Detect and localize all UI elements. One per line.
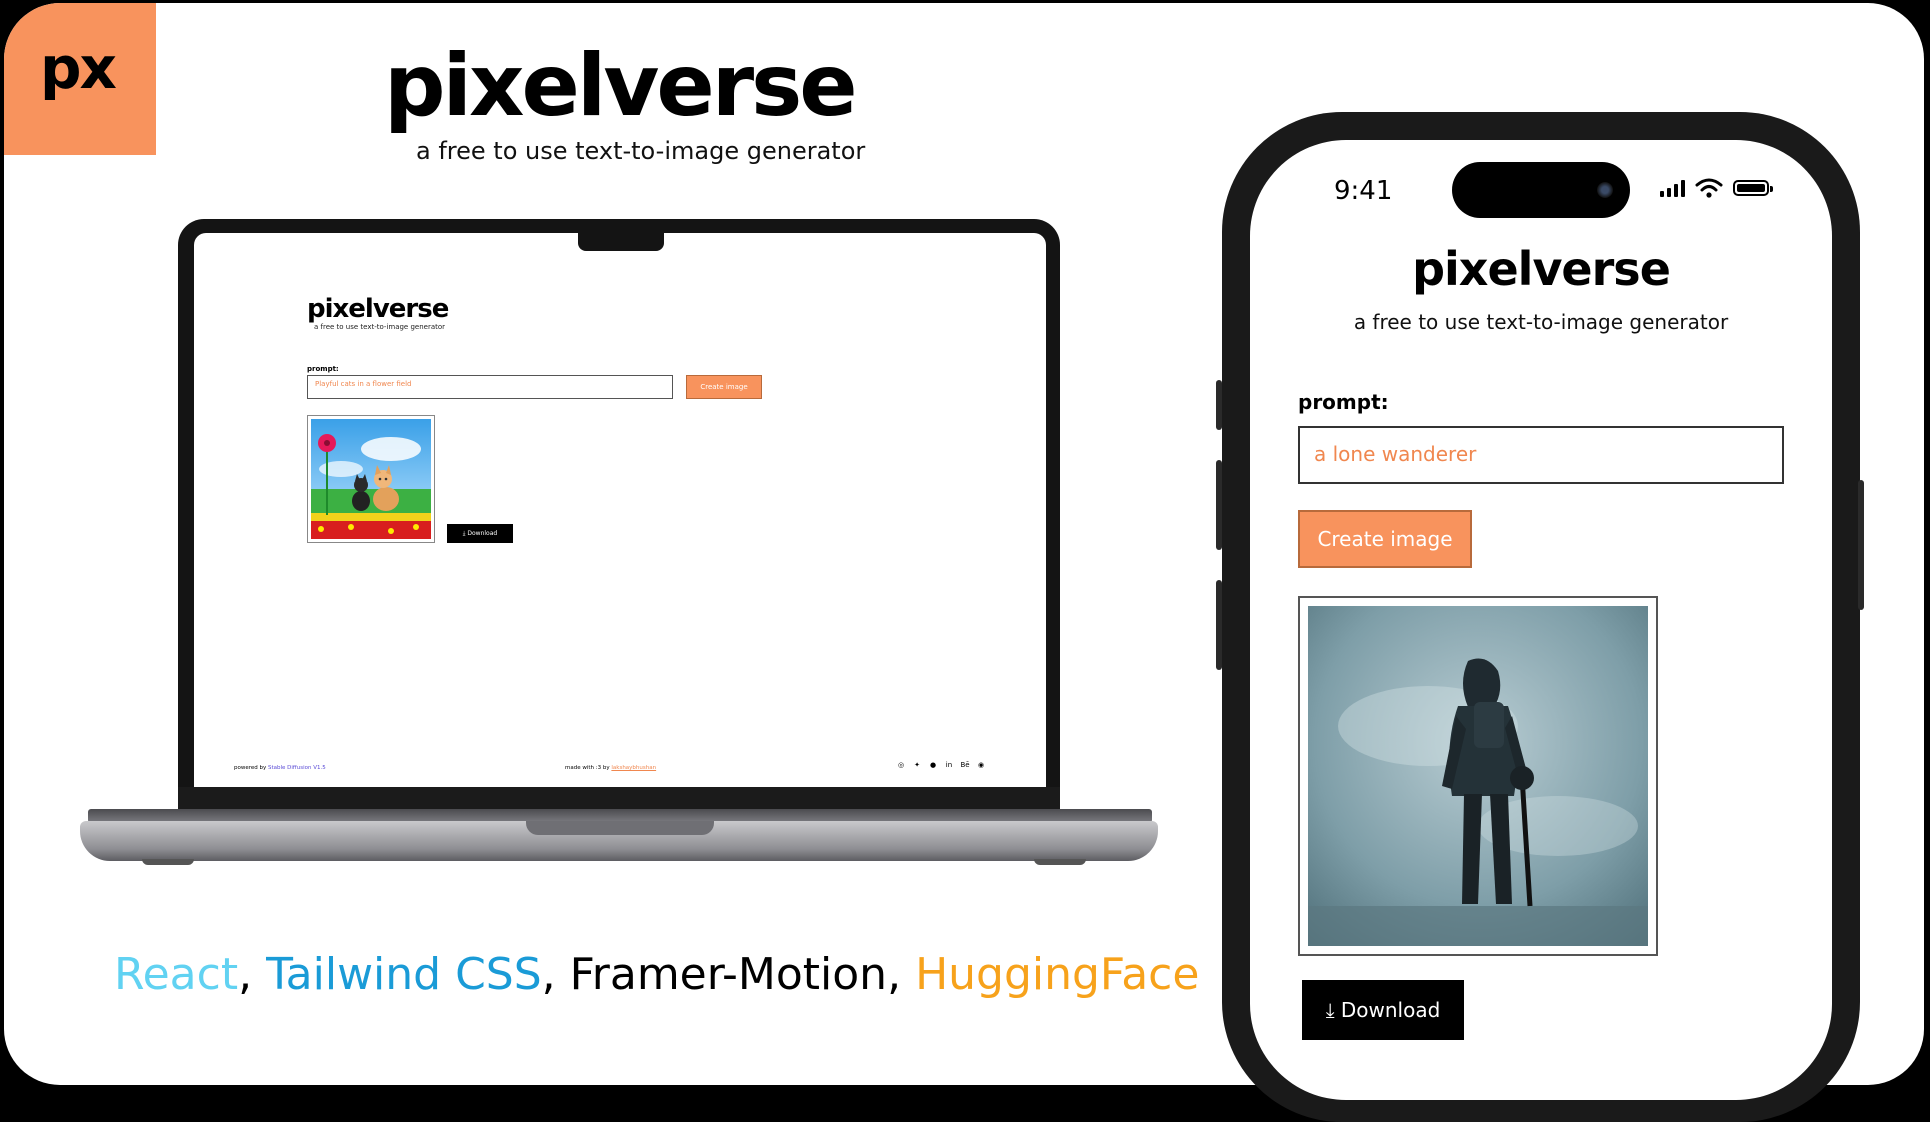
author-link[interactable]: lakshaybhushan [611, 765, 656, 771]
prompt-label: prompt: [307, 365, 339, 373]
generated-image [307, 415, 435, 543]
download-icon: ⤓ [1325, 998, 1335, 1022]
px-logo: px [4, 3, 156, 155]
app-title: pixelverse [307, 294, 449, 324]
laptop-notch [578, 231, 664, 251]
phone-screen: 9:41 pixelverse a free to use text-to-im… [1250, 140, 1832, 1100]
app-subtitle: a free to use text-to-image generator [314, 323, 446, 331]
tech-framer: Framer-Motion [569, 949, 888, 1000]
behance-icon[interactable]: Bē [960, 761, 970, 769]
status-icons [1660, 178, 1773, 198]
laptop-foot-left [142, 859, 194, 865]
signal-icon [1660, 179, 1685, 197]
powered-prefix: powered by [234, 765, 267, 771]
phone-mute-switch [1216, 380, 1222, 430]
separator: , [238, 949, 267, 1000]
prompt-input[interactable]: a lone wanderer [1298, 426, 1784, 484]
separator: , [887, 949, 916, 1000]
linkedin-icon[interactable]: in [944, 761, 954, 769]
instagram-icon[interactable]: ◎ [896, 761, 906, 769]
github-icon[interactable]: ● [928, 761, 938, 769]
footer-powered-by: powered by Stable Diffusion V1.5 [234, 765, 326, 771]
create-image-button[interactable]: Create image [686, 375, 762, 399]
battery-icon [1733, 180, 1773, 196]
made-prefix: made with :3 by [565, 765, 610, 771]
download-button[interactable]: ⤓ Download [447, 524, 513, 543]
status-time: 9:41 [1334, 176, 1393, 206]
download-label: Download [1340, 998, 1441, 1022]
download-button[interactable]: ⤓ Download [1302, 980, 1464, 1040]
twitter-icon[interactable]: ✦ [912, 761, 922, 769]
stable-diffusion-link[interactable]: Stable Diffusion V1.5 [268, 765, 326, 771]
tech-stack-caption: React, Tailwind CSS, Framer-Motion, Hugg… [114, 953, 1199, 997]
cats-flower-field-image [311, 419, 431, 539]
laptop-foot-right [1034, 859, 1086, 865]
tech-tailwind: Tailwind CSS [266, 949, 542, 1000]
download-icon: ⤓ [462, 530, 466, 537]
create-image-button[interactable]: Create image [1298, 510, 1472, 568]
separator: , [541, 949, 570, 1000]
app-title: pixelverse [1412, 242, 1671, 296]
app-subtitle: a free to use text-to-image generator [1353, 310, 1729, 334]
laptop-screen: pixelverse a free to use text-to-image g… [194, 233, 1046, 787]
page-title: pixelverse [384, 36, 858, 136]
laptop-hinge-notch [526, 821, 714, 835]
generated-image [1298, 596, 1658, 956]
prompt-input[interactable]: Playful cats in a flower field [307, 375, 673, 399]
wifi-icon [1695, 178, 1723, 198]
phone-power-button [1858, 480, 1864, 610]
px-logo-text: px [40, 34, 117, 102]
camera-icon [1597, 182, 1613, 198]
dynamic-island [1452, 162, 1630, 218]
page-subtitle: a free to use text-to-image generator [416, 137, 866, 165]
tech-react: React [114, 949, 239, 1000]
phone-volume-up [1216, 460, 1222, 550]
social-links: ◎ ✦ ● in Bē ◉ [896, 761, 986, 769]
tech-huggingface: HuggingFace [915, 949, 1200, 1000]
phone-volume-down [1216, 580, 1222, 670]
footer-made-with: made with :3 by lakshaybhushan [565, 765, 656, 771]
prompt-label: prompt: [1298, 390, 1389, 414]
download-label: Download [467, 530, 498, 537]
spotify-icon[interactable]: ◉ [976, 761, 986, 769]
laptop-chin [178, 787, 1060, 809]
lone-wanderer-image [1308, 606, 1648, 946]
